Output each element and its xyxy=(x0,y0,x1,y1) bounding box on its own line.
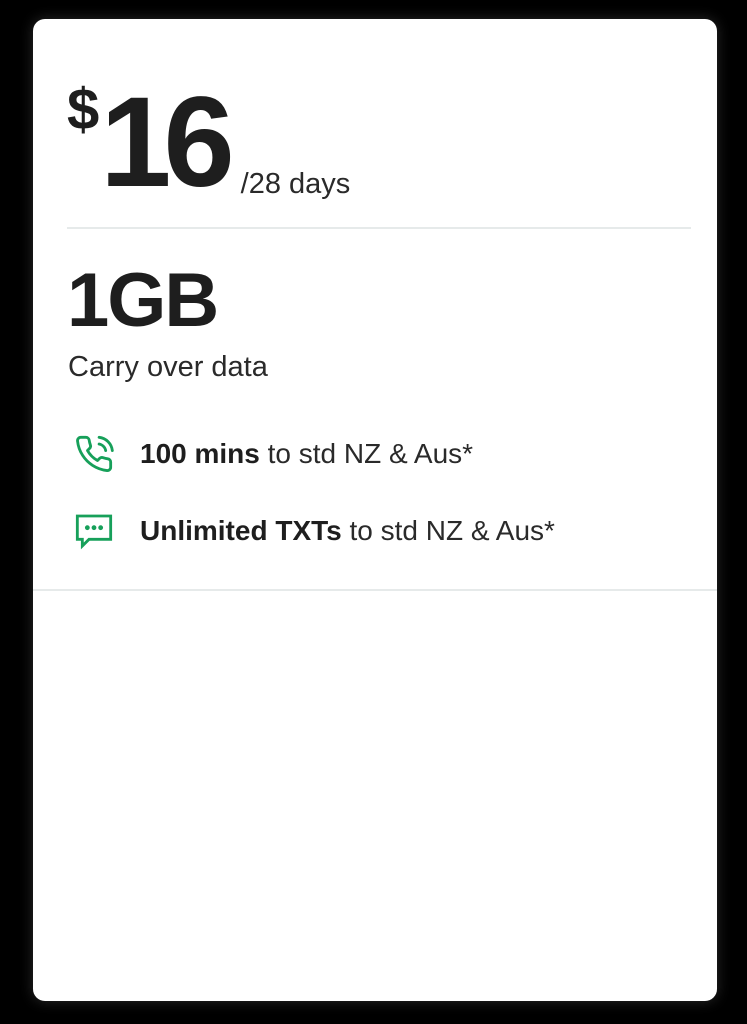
feature-txts-highlight: Unlimited TXTs xyxy=(140,515,342,546)
divider xyxy=(33,589,717,591)
feature-calls-text: 100 mins to std NZ & Aus* xyxy=(140,440,473,468)
feature-calls: 100 mins to std NZ & Aus* xyxy=(73,434,473,474)
price-period: /28 days xyxy=(240,168,351,200)
feature-calls-highlight: 100 mins xyxy=(140,438,260,469)
price-amount: 16 xyxy=(100,71,234,214)
feature-txts-text: Unlimited TXTs to std NZ & Aus* xyxy=(140,517,555,545)
feature-txts: Unlimited TXTs to std NZ & Aus* xyxy=(73,511,555,551)
plan-price: $ 16 /28 days xyxy=(67,71,351,207)
data-allowance: 1GB xyxy=(67,258,219,343)
feature-calls-detail: to std NZ & Aus* xyxy=(259,438,474,469)
divider xyxy=(67,227,691,229)
price-currency: $ xyxy=(67,77,99,142)
data-note: Carry over data xyxy=(68,351,268,383)
plan-card: $ 16 /28 days 1GB Carry over data 100 mi… xyxy=(33,19,717,1001)
phone-icon xyxy=(73,434,117,474)
feature-txts-detail: to std NZ & Aus* xyxy=(341,515,555,546)
message-icon xyxy=(73,511,117,551)
